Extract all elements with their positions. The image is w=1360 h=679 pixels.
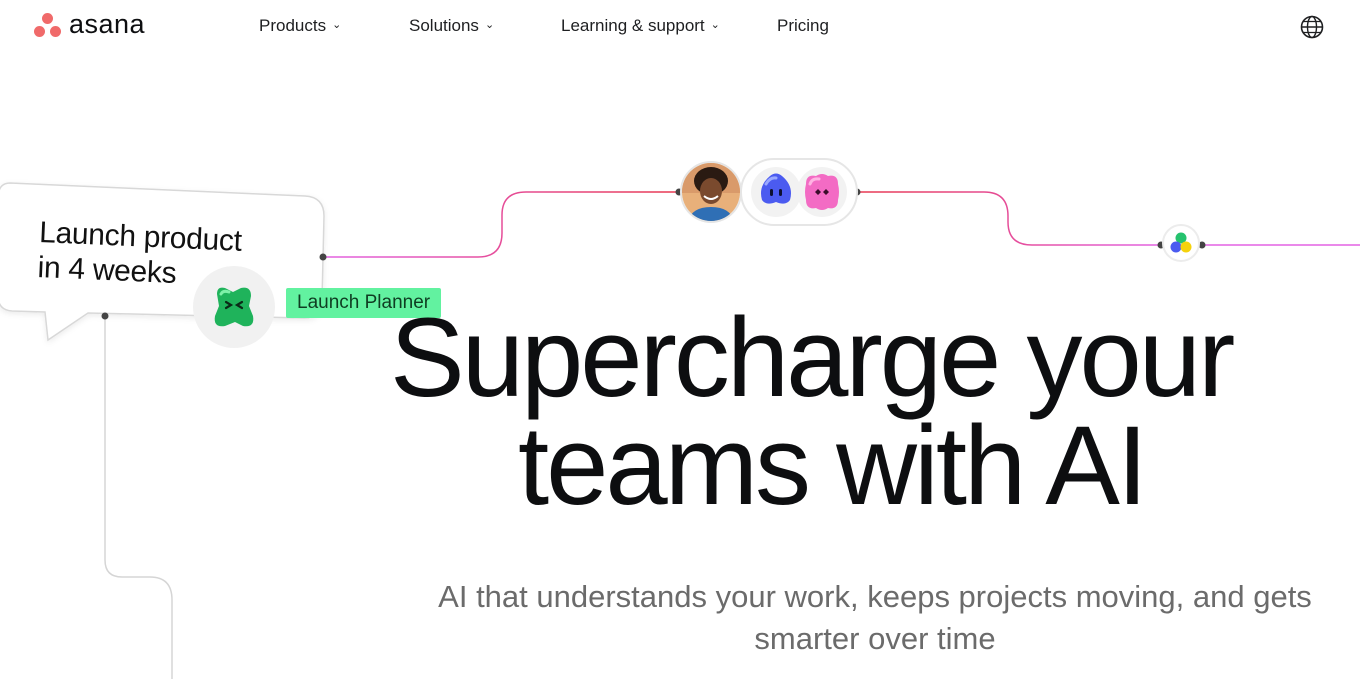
ai-agents-icons <box>751 167 847 217</box>
integration-badge <box>1162 224 1200 262</box>
hero-headline: Supercharge your teams with AI <box>390 295 1360 528</box>
integration-logo-icon <box>1170 232 1192 253</box>
hero-headline-line-2: teams with AI <box>518 403 1148 528</box>
hero-subtitle: AI that understands your work, keeps pro… <box>438 579 1312 656</box>
ai-agents-group <box>740 158 858 226</box>
green-ai-agent-icon <box>214 287 254 327</box>
user-avatar <box>680 161 742 223</box>
hero-headline-line-1: Supercharge your <box>390 295 1235 420</box>
person-photo-icon <box>682 163 740 221</box>
ai-teammate-avatar <box>193 266 275 348</box>
